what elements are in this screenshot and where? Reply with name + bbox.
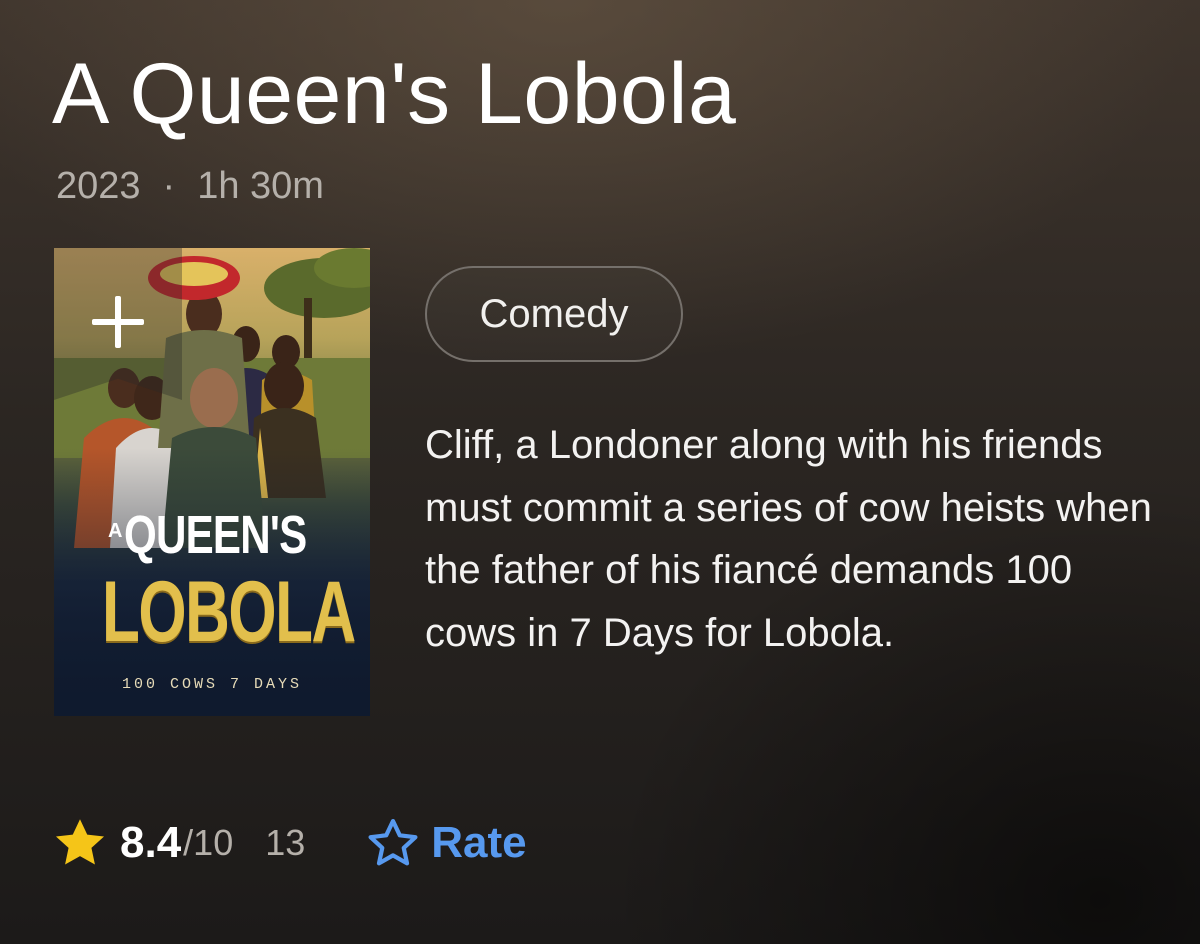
rate-label: Rate <box>431 818 527 867</box>
rate-button[interactable]: Rate <box>365 815 527 871</box>
rating-score: 8.4 <box>120 818 182 867</box>
watchlist-add-button[interactable] <box>54 248 182 400</box>
title-meta: 2023 · 1h 30m <box>56 164 324 208</box>
star-outline-icon <box>368 818 418 866</box>
page-title: A Queen's Lobola <box>52 46 737 142</box>
genre-chip-comedy[interactable]: Comedy <box>425 266 683 362</box>
rating-max: /10 <box>183 822 234 863</box>
poster-title-line1: QUEEN'S <box>124 505 307 565</box>
poster-image[interactable]: A QUEEN'S LOBOLA 100 COWS 7 DAYS <box>54 248 370 716</box>
release-year: 2023 <box>56 165 141 207</box>
poster-title-line2: LOBOLA <box>102 564 356 660</box>
rating-row: 8.4 /10 13 Rate <box>52 812 527 874</box>
runtime: 1h 30m <box>197 165 324 207</box>
meta-separator: · <box>162 165 176 207</box>
plot-summary: Cliff, a Londoner along with his friends… <box>425 423 1152 655</box>
poster-tagline: 100 COWS 7 DAYS <box>121 676 303 693</box>
poster-title-small: A <box>108 520 123 542</box>
plus-icon <box>90 294 146 350</box>
star-icon <box>55 819 105 865</box>
rating-votes: 13 <box>265 822 306 863</box>
